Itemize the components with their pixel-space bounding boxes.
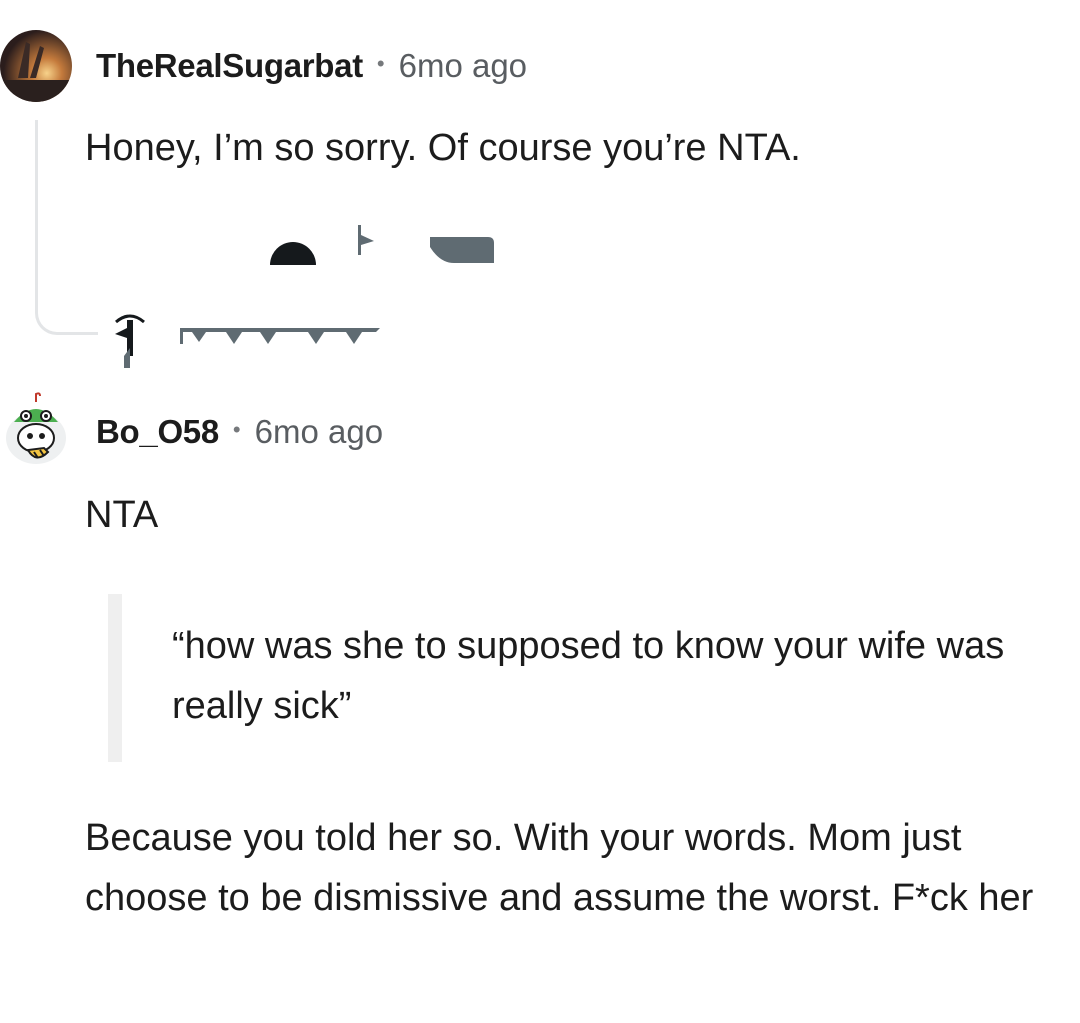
separator-dot: • bbox=[376, 51, 385, 76]
user-avatar[interactable] bbox=[4, 392, 70, 464]
username[interactable]: TheRealSugarbat bbox=[96, 47, 363, 85]
comment-1: TheRealSugarbat • 6mo ago Honey, I’m so … bbox=[0, 0, 1080, 370]
timestamp[interactable]: 6mo ago bbox=[255, 413, 383, 451]
timestamp[interactable]: 6mo ago bbox=[399, 47, 527, 85]
comment-header: TheRealSugarbat • 6mo ago bbox=[96, 40, 527, 92]
comment-header: Bo_O58 • 6mo ago bbox=[96, 406, 383, 458]
username[interactable]: Bo_O58 bbox=[96, 413, 219, 451]
action-icons-artifact bbox=[270, 225, 494, 265]
user-avatar[interactable] bbox=[0, 30, 72, 102]
comment-body: Honey, I’m so sorry. Of course you’re NT… bbox=[85, 127, 801, 169]
comment-body-outro: Because you told her so. With your words… bbox=[85, 817, 1034, 919]
snoo-frog-hat-avatar-icon bbox=[6, 392, 66, 464]
sunset-avatar-icon bbox=[0, 30, 72, 102]
comment-2: Bo_O58 • 6mo ago NTA “how was she to sup… bbox=[0, 380, 1080, 1023]
comment-body-intro: NTA bbox=[85, 494, 159, 536]
blockquote-text: “how was she to supposed to know your wi… bbox=[172, 625, 1005, 727]
reaction-icons-artifact bbox=[115, 314, 380, 368]
separator-dot: • bbox=[232, 417, 241, 442]
